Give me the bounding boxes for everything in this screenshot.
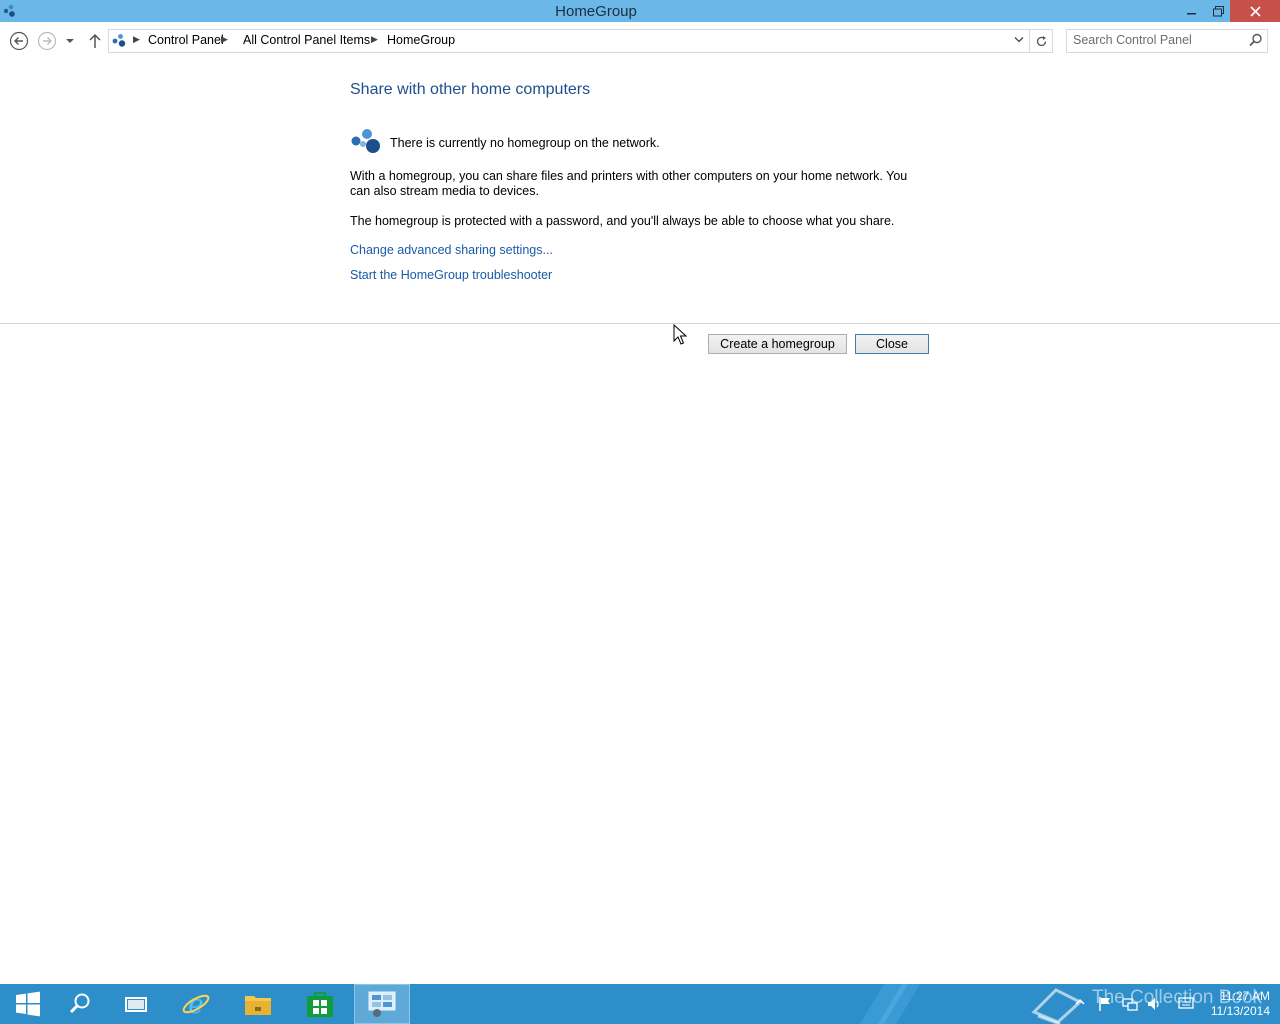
back-arrow-icon (9, 31, 29, 51)
file-explorer-icon (245, 996, 271, 1015)
address-bar[interactable]: ▶ Control Panel ▶ All Control Panel Item… (108, 29, 1030, 53)
breadcrumb-separator-icon[interactable]: ▶ (221, 34, 228, 45)
control-panel-icon (368, 991, 396, 1017)
recent-locations-button[interactable] (62, 31, 78, 51)
page-title: Share with other home computers (350, 81, 591, 98)
mouse-cursor-icon (673, 324, 687, 345)
store-icon (307, 992, 333, 1017)
svg-text:e: e (188, 990, 203, 1019)
clock-date: 11/13/2014 (1210, 1004, 1270, 1018)
up-arrow-icon (89, 33, 101, 48)
window-title: HomeGroup (555, 3, 637, 20)
refresh-button[interactable] (1030, 29, 1053, 53)
start-icon (16, 991, 40, 1017)
title-bar: HomeGroup (0, 0, 1280, 22)
homegroup-description: With a homegroup, you can share files an… (350, 169, 908, 198)
breadcrumb-control-panel[interactable]: Control Panel (148, 33, 224, 47)
homegroup-icon (112, 34, 126, 47)
up-button[interactable] (85, 31, 105, 51)
action-center-flag-icon[interactable] (1098, 996, 1112, 1012)
breadcrumb-separator-icon[interactable]: ▶ (371, 34, 378, 45)
homegroup-status-text: There is currently no homegroup on the n… (390, 136, 660, 150)
internet-explorer-icon: e (182, 990, 210, 1019)
internet-explorer-button[interactable]: e (168, 984, 224, 1024)
divider (0, 323, 1280, 324)
search-icon[interactable] (1249, 33, 1263, 47)
search-box[interactable] (1066, 29, 1268, 53)
restore-icon (1212, 5, 1224, 16)
taskbar: e The Collection Book 11:27 AM 11/13/201… (0, 984, 1280, 1024)
minimize-button[interactable] (1178, 0, 1206, 22)
minimize-icon (1187, 13, 1196, 15)
create-homegroup-button[interactable]: Create a homegroup (708, 334, 847, 354)
refresh-icon (1036, 35, 1046, 46)
password-description: The homegroup is protected with a passwo… (350, 214, 895, 228)
search-icon (69, 993, 90, 1014)
store-button[interactable] (292, 984, 348, 1024)
forward-arrow-icon (37, 31, 57, 51)
restore-button[interactable] (1204, 0, 1232, 22)
close-window-button[interactable] (1230, 0, 1280, 22)
network-icon[interactable] (1122, 996, 1138, 1012)
homegroup-icon (351, 129, 380, 153)
advanced-sharing-settings-link[interactable]: Change advanced sharing settings... (350, 243, 553, 257)
address-history-dropdown[interactable] (1010, 29, 1028, 51)
back-button[interactable] (9, 31, 29, 51)
search-input[interactable] (1073, 32, 1241, 48)
troubleshooter-link[interactable]: Start the HomeGroup troubleshooter (350, 268, 552, 282)
taskbar-clock[interactable]: 11:27 AM 11/13/2014 (1200, 989, 1270, 1019)
volume-icon[interactable] (1146, 996, 1162, 1012)
show-hidden-icons-icon[interactable] (1074, 996, 1086, 1008)
clock-time: 11:27 AM (1220, 989, 1270, 1003)
keyboard-icon[interactable] (1178, 996, 1194, 1010)
chevron-down-icon (1014, 37, 1024, 43)
chevron-down-icon (66, 39, 74, 43)
task-view-button[interactable] (108, 984, 164, 1024)
breadcrumb-all-items[interactable]: All Control Panel Items (243, 33, 370, 47)
close-button[interactable]: Close (855, 334, 929, 354)
forward-button[interactable] (37, 31, 57, 51)
start-button[interactable] (0, 984, 56, 1024)
taskbar-search-button[interactable] (52, 984, 108, 1024)
close-icon (1249, 5, 1261, 17)
file-explorer-button[interactable] (230, 984, 286, 1024)
task-view-icon (125, 997, 147, 1012)
breadcrumb-separator-icon[interactable]: ▶ (133, 34, 140, 45)
taskbar-decoration (860, 984, 920, 1024)
breadcrumb-homegroup[interactable]: HomeGroup (387, 33, 455, 47)
control-panel-taskbar-button[interactable] (354, 984, 410, 1024)
